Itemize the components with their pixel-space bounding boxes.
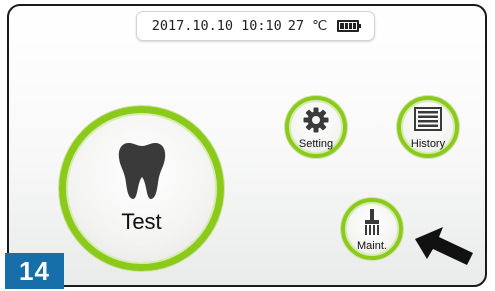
tooth-icon [118, 143, 165, 199]
setting-button-label: Setting [298, 138, 334, 150]
gear-icon [303, 107, 329, 133]
brush-icon [365, 209, 379, 235]
pointer-arrow-icon [415, 227, 473, 265]
history-button-label: History [410, 138, 446, 150]
page-number-badge: 14 [5, 253, 64, 289]
setting-button[interactable]: Setting [285, 96, 347, 158]
history-button[interactable]: History [397, 96, 459, 158]
status-bar: 2017.10.10 10:10 27 ℃ [136, 11, 375, 41]
test-button-label: Test [121, 209, 162, 234]
device-screen: 2017.10.10 10:10 27 ℃ Test Setting Histo… [7, 4, 487, 287]
datetime-readout: 2017.10.10 10:10 [151, 18, 282, 34]
maintenance-button[interactable]: Maint. [341, 198, 403, 260]
temperature-readout: 27 ℃ [287, 18, 328, 34]
battery-full-icon [337, 20, 362, 32]
test-button[interactable]: Test [59, 106, 224, 271]
maintenance-button-label: Maint. [357, 240, 387, 252]
list-icon [414, 107, 442, 131]
